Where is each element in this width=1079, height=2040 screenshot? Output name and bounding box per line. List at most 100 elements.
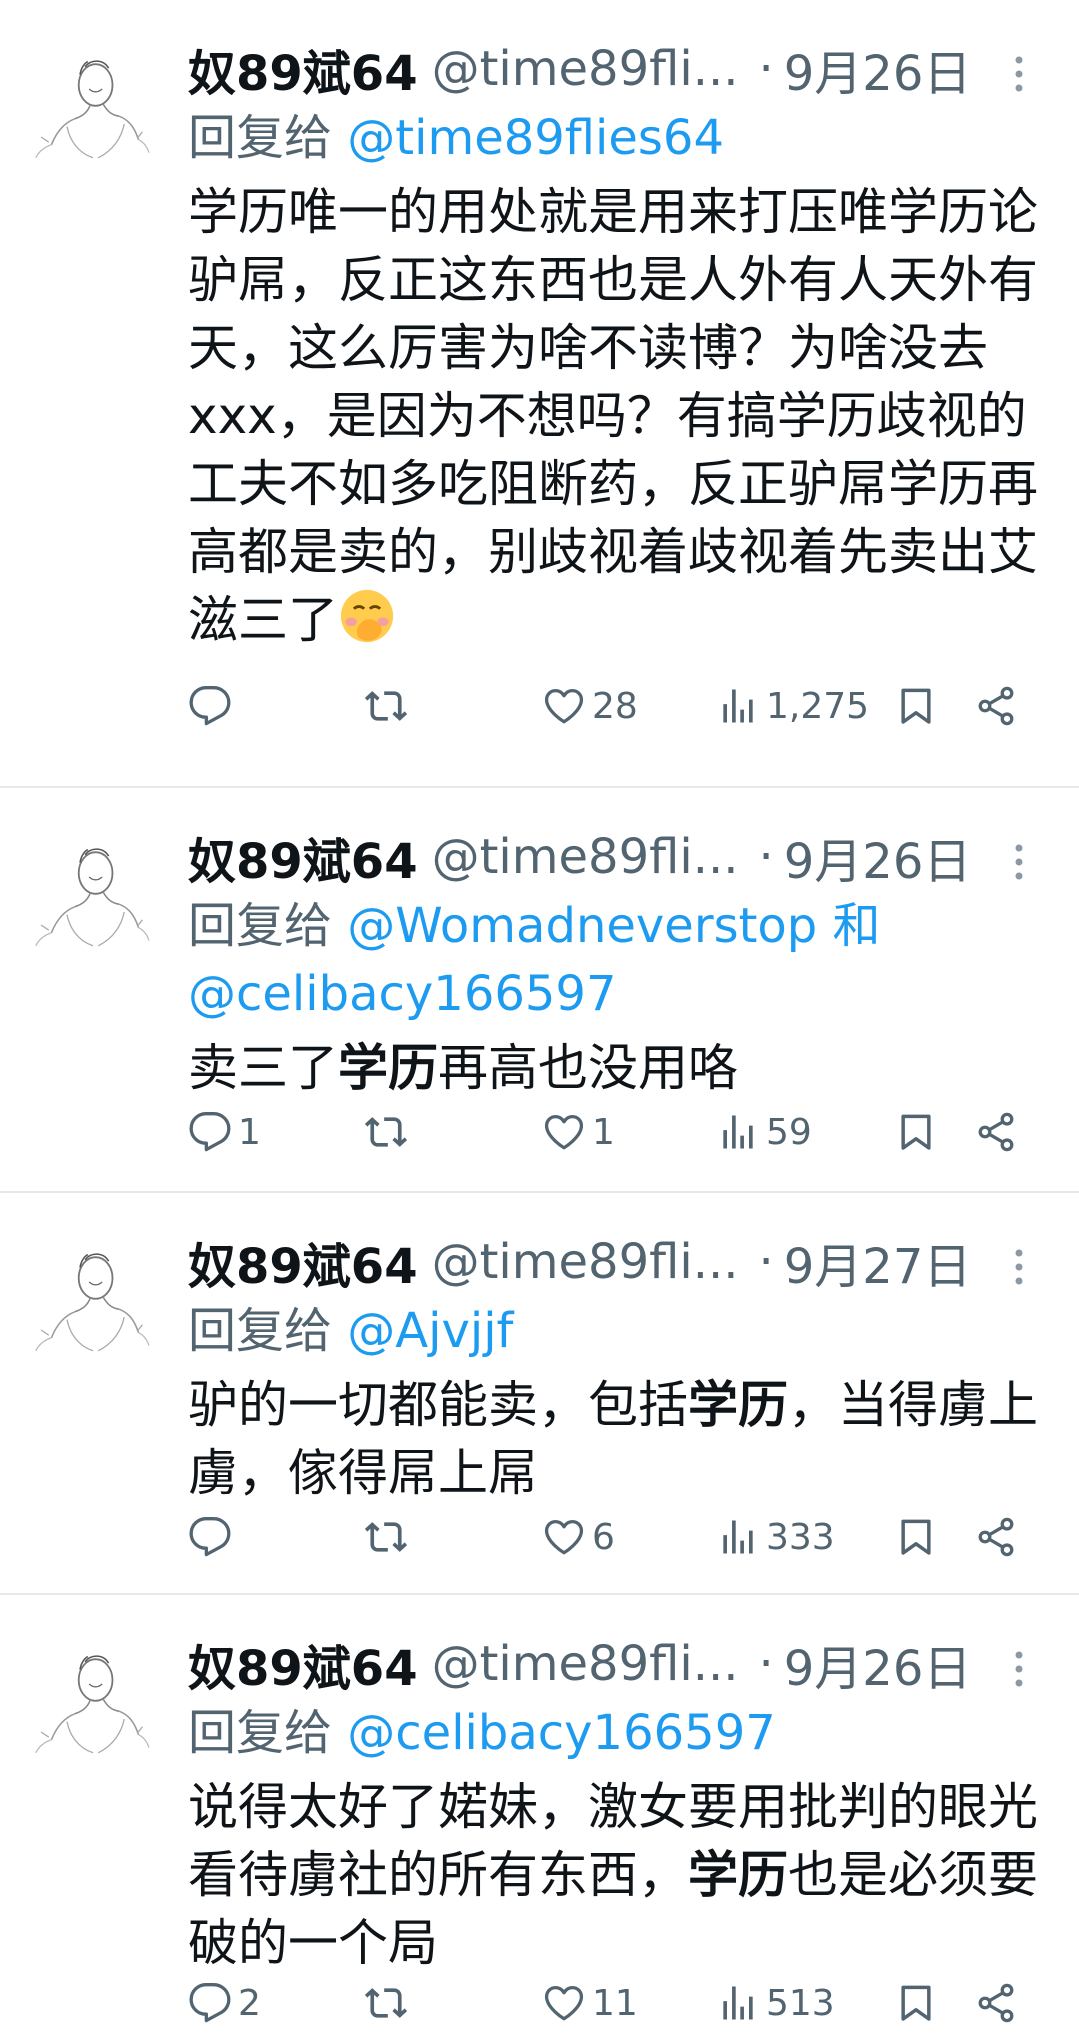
tweet-date[interactable]: 9月27日 [784,1227,972,1297]
views-count: 513 [766,1982,835,2024]
retweet-icon [364,1110,408,1154]
tweet-text: 说得太好了婼妹，激女要用批判的眼光看待虜社的所有东西，学历也是必须要破的一个局 [188,1773,1049,1977]
tweet-card[interactable]: 奴89斌64 @time89fli... · 9月26日 回复给 @time89… [0,0,1079,788]
share-icon [974,1515,1018,1559]
tweet-text: 驴的一切都能卖，包括学历，当得虜上虜，傢得屌上屌 [188,1371,1049,1507]
bookmark-icon [894,1515,938,1559]
reply-icon [188,1515,232,1559]
mention-link[interactable]: @time89flies64 [347,110,724,166]
more-vertical-icon[interactable] [1011,1247,1027,1287]
reply-icon [188,1981,232,2025]
tweet-date[interactable]: 9月26日 [784,34,972,104]
avatar[interactable] [28,834,158,964]
separator-dot: · [758,1234,774,1290]
tweet-card[interactable]: 奴89斌64 @time89fli... · 9月26日 回复给 @celiba… [0,1595,1079,2040]
more-vertical-icon[interactable] [1011,54,1027,94]
user-handle[interactable]: @time89fli... [432,1234,739,1290]
views-icon [716,1515,760,1559]
mention-link[interactable]: @Womadneverstop [347,898,817,954]
more-vertical-icon[interactable] [1011,842,1027,882]
bookmark-button[interactable] [894,1110,938,1154]
reply-button[interactable]: 1 [188,1110,261,1154]
tweet-card[interactable]: 奴89斌64 @time89fli... · 9月26日 回复给 @Womadn… [0,788,1079,1193]
heart-icon [542,1981,586,2025]
user-handle[interactable]: @time89fli... [432,1636,739,1692]
retweet-icon [364,1981,408,2025]
display-name[interactable]: 奴89斌64 [188,34,418,104]
display-name[interactable]: 奴89斌64 [188,1629,418,1699]
heart-icon [542,1110,586,1154]
retweet-button[interactable] [364,684,414,728]
views-button[interactable]: 1,275 [716,684,869,728]
separator-dot: · [758,1636,774,1692]
user-handle[interactable]: @time89fli... [432,41,739,97]
views-button[interactable]: 513 [716,1981,835,2025]
reply-to-line: 回复给 @celibacy166597 [188,1699,1049,1767]
user-handle[interactable]: @time89fli... [432,829,739,885]
reply-prefix: 回复给 [188,898,333,954]
views-count: 59 [766,1111,812,1153]
bookmark-icon [894,1110,938,1154]
reply-button[interactable] [188,1515,238,1559]
bookmark-icon [894,684,938,728]
highlighted-keyword: 学历 [688,1846,788,1904]
like-button[interactable]: 28 [542,684,638,728]
tweet-card[interactable]: 奴89斌64 @time89fli... · 9月27日 回复给 @Ajvjjf… [0,1193,1079,1595]
share-button[interactable] [974,684,1018,728]
bookmark-icon [894,1981,938,2025]
reply-prefix: 回复给 [188,110,333,166]
tweet-date[interactable]: 9月26日 [784,822,972,892]
tweet-text-part: 卖三了 [188,1039,338,1097]
reply-to-line: 回复给 @Ajvjjf [188,1297,1049,1365]
retweet-button[interactable] [364,1981,414,2025]
tweet-text: 卖三了学历再高也没用咯 [188,1034,1049,1102]
reply-count: 2 [238,1982,261,2024]
retweet-icon [364,1515,408,1559]
highlighted-keyword: 学历 [688,1376,788,1434]
mention-link[interactable]: @celibacy166597 [347,1705,776,1761]
like-count: 28 [592,685,638,727]
views-icon [716,1981,760,2025]
more-vertical-icon[interactable] [1011,1649,1027,1689]
avatar[interactable] [28,46,158,176]
retweet-button[interactable] [364,1515,414,1559]
reply-to-line: 回复给 @Womadneverstop 和 @celibacy166597 [188,892,1049,1028]
bookmark-button[interactable] [894,684,938,728]
views-count: 333 [766,1516,835,1558]
retweet-icon [364,684,408,728]
retweet-button[interactable] [364,1110,414,1154]
reply-button[interactable]: 2 [188,1981,261,2025]
reply-button[interactable] [188,684,238,728]
separator-dot: · [758,829,774,885]
views-button[interactable]: 59 [716,1110,812,1154]
share-button[interactable] [974,1110,1018,1154]
tweet-text: 学历唯一的用处就是用来打压唯学历论驴屌，反正这东西也是人外有人天外有天，这么厉害… [188,178,1049,654]
like-count: 11 [592,1982,638,2024]
tweet-text-content: 学历唯一的用处就是用来打压唯学历论驴屌，反正这东西也是人外有人天外有天，这么厉害… [188,183,1038,649]
highlighted-keyword: 学历 [338,1039,438,1097]
bookmark-button[interactable] [894,1515,938,1559]
display-name[interactable]: 奴89斌64 [188,822,418,892]
like-button[interactable]: 6 [542,1515,615,1559]
face-with-hand-over-mouth-emoji [340,589,394,643]
bookmark-button[interactable] [894,1981,938,2025]
avatar[interactable] [28,1239,158,1369]
like-button[interactable]: 11 [542,1981,638,2025]
share-icon [974,1110,1018,1154]
mention-link[interactable]: @Ajvjjf [347,1303,513,1359]
reply-to-line: 回复给 @time89flies64 [188,104,1049,172]
tweet-date[interactable]: 9月26日 [784,1629,972,1699]
views-button[interactable]: 333 [716,1515,835,1559]
reply-prefix: 回复给 [188,1303,333,1359]
share-icon [974,684,1018,728]
share-icon [974,1981,1018,2025]
share-button[interactable] [974,1515,1018,1559]
tweet-text-part: 驴的一切都能卖，包括 [188,1376,688,1434]
share-button[interactable] [974,1981,1018,2025]
like-button[interactable]: 1 [542,1110,615,1154]
mention-link[interactable]: @celibacy166597 [188,966,617,1022]
avatar[interactable] [28,1641,158,1771]
tweet-text-part: 再高也没用咯 [438,1039,738,1097]
display-name[interactable]: 奴89斌64 [188,1227,418,1297]
like-count: 6 [592,1516,615,1558]
